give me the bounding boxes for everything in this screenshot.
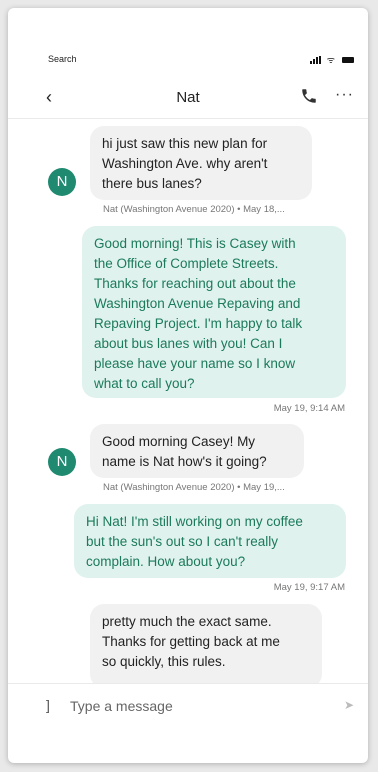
wifi-icon: ᯤ xyxy=(326,55,336,65)
avatar[interactable]: N xyxy=(48,448,76,476)
phone-icon[interactable] xyxy=(300,87,318,105)
incoming-message-bubble: Good morning Casey! My name is Nat how's… xyxy=(90,424,304,478)
send-icon[interactable]: ➤ xyxy=(344,698,354,712)
message-timestamp: May 19, 9:14 AM xyxy=(273,403,345,414)
status-bar: Search ᯤ xyxy=(8,52,368,70)
outgoing-message-bubble: Hi Nat! I'm still working on my coffee b… xyxy=(74,504,346,578)
attach-icon[interactable]: ] xyxy=(46,697,50,713)
incoming-message-bubble: hi just saw this new plan for Washington… xyxy=(90,126,312,200)
message-input[interactable]: Type a message xyxy=(70,698,173,714)
message-timestamp: May 19, 9:17 AM xyxy=(273,582,345,593)
signal-icon xyxy=(309,55,321,64)
phone-screen: Search ᯤ ‹ Nat ··· N hi just saw this ne… xyxy=(8,8,368,763)
system-icons: ᯤ xyxy=(309,53,354,66)
more-dots-icon[interactable]: ··· xyxy=(335,86,354,104)
conversation-header: ‹ Nat ··· xyxy=(8,78,368,119)
outgoing-message-bubble: Good morning! This is Casey with the Off… xyxy=(82,226,346,398)
back-to-app-label[interactable]: Search xyxy=(48,54,77,64)
message-composer: ] Type a message ➤ xyxy=(8,683,368,729)
message-meta: Nat (Washington Avenue 2020) • May 18,..… xyxy=(103,204,285,215)
incoming-message-bubble: pretty much the exact same. Thanks for g… xyxy=(90,604,322,683)
message-meta: Nat (Washington Avenue 2020) • May 19,..… xyxy=(103,482,285,493)
message-list: N hi just saw this new plan for Washingt… xyxy=(8,118,368,683)
avatar[interactable]: N xyxy=(48,168,76,196)
battery-icon xyxy=(342,56,354,63)
